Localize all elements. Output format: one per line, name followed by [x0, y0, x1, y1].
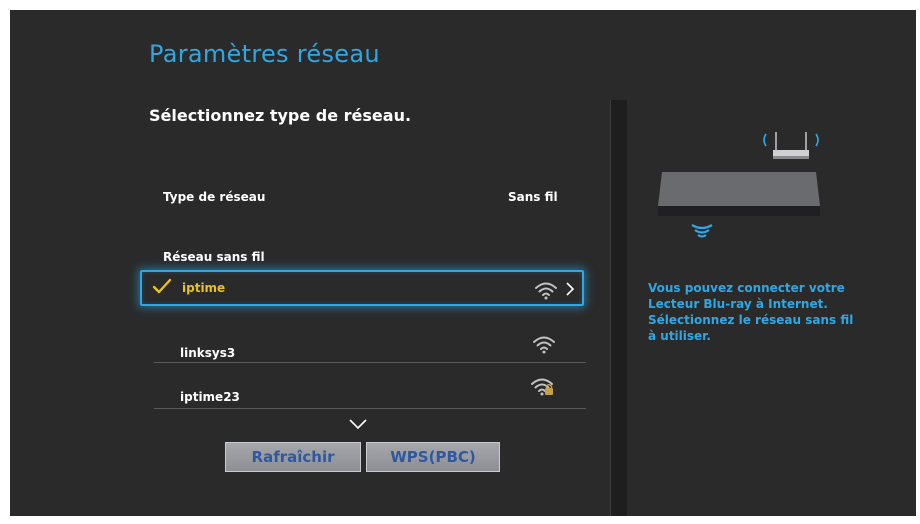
- checkmark-icon: [152, 278, 172, 294]
- side-divider-panel: [610, 100, 627, 516]
- chevron-down-icon[interactable]: [348, 418, 368, 430]
- tv-screen: Paramètres réseau Sélectionnez type de r…: [10, 10, 916, 516]
- wifi-lock-icon: [531, 378, 553, 396]
- wifi-icon: [533, 336, 555, 354]
- chevron-right-icon: [566, 282, 575, 296]
- network-type-label: Type de réseau: [163, 190, 266, 204]
- info-text: Vous pouvez connecter votre Lecteur Blu-…: [648, 281, 854, 343]
- wps-button[interactable]: WPS(PBC): [366, 442, 500, 472]
- wifi-icon: [535, 282, 557, 300]
- refresh-button[interactable]: Rafraîchir: [225, 442, 361, 472]
- network-item-iptime[interactable]: iptime: [140, 270, 584, 306]
- network-item-iptime23[interactable]: iptime23: [140, 372, 584, 410]
- network-type-value[interactable]: Sans fil: [508, 190, 558, 204]
- page-title: Paramètres réseau: [149, 40, 380, 68]
- list-divider: [154, 362, 586, 363]
- network-name: linksys3: [180, 346, 236, 360]
- network-name: iptime: [182, 281, 226, 295]
- router-player-illustration: [658, 132, 820, 238]
- network-item-linksys3[interactable]: linksys3: [140, 328, 584, 366]
- list-divider: [154, 408, 586, 409]
- network-name: iptime23: [180, 390, 240, 404]
- wireless-section-label: Réseau sans fil: [163, 250, 265, 264]
- page-subtitle: Sélectionnez type de réseau.: [149, 106, 412, 125]
